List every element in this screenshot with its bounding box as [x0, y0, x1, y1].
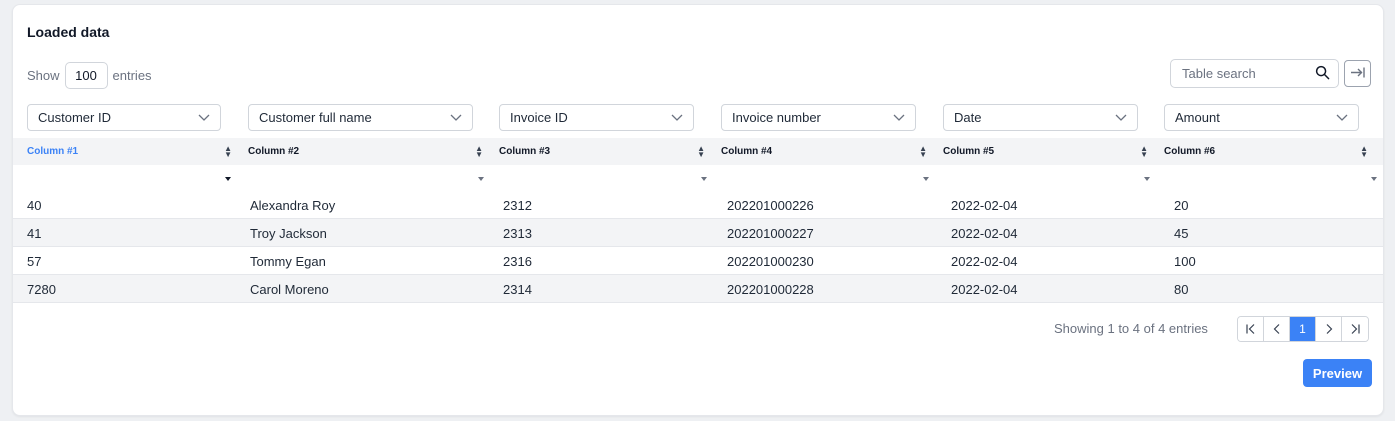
column-select-5[interactable]: Date — [943, 104, 1138, 131]
caret-down-icon[interactable] — [225, 177, 231, 181]
table-cell: 100 — [1174, 253, 1196, 269]
first-page-icon — [1245, 324, 1254, 334]
chevron-down-icon — [450, 114, 462, 121]
table-cell: 2022-02-04 — [951, 281, 1018, 297]
column-select-value: Date — [954, 110, 982, 125]
sort-icon: ▲ ▼ — [475, 143, 483, 159]
arrow-to-right-icon — [1350, 66, 1365, 82]
column-header-2[interactable]: Column #2 ▲ ▼ — [248, 138, 483, 165]
table-cell: 202201000226 — [727, 197, 814, 213]
column-header-label: Column #3 — [499, 146, 551, 157]
table-cell: 20 — [1174, 197, 1189, 213]
chevron-down-icon — [1336, 114, 1348, 121]
table-row[interactable]: 41 Troy Jackson 2313 202201000227 2022-0… — [13, 219, 1383, 247]
column-header-1[interactable]: Column #1 ▲ ▼ — [27, 138, 232, 165]
previous-page-button[interactable] — [1264, 317, 1290, 341]
chevron-down-icon — [893, 114, 905, 121]
column-select-4[interactable]: Invoice number — [721, 104, 916, 131]
expand-button[interactable] — [1344, 60, 1371, 87]
table-cell: 40 — [27, 197, 42, 213]
column-select-value: Invoice number — [732, 110, 821, 125]
table-header: Column #1 ▲ ▼ Column #2 ▲ ▼ Column #3 ▲ ▼ C… — [13, 138, 1383, 165]
preview-button[interactable]: Preview — [1303, 359, 1372, 387]
caret-down-icon[interactable] — [1144, 177, 1150, 181]
column-select-value: Customer ID — [38, 110, 111, 125]
table-cell: 45 — [1174, 225, 1189, 241]
column-header-label: Column #6 — [1164, 146, 1216, 157]
next-page-button[interactable] — [1316, 317, 1342, 341]
chevron-down-icon — [671, 114, 683, 121]
column-header-5[interactable]: Column #5 ▲ ▼ — [943, 138, 1148, 165]
card-title: Loaded data — [27, 24, 110, 40]
column-select-1[interactable]: Customer ID — [27, 104, 221, 131]
table-body: 40 Alexandra Roy 2312 202201000226 2022-… — [13, 191, 1383, 303]
chevron-right-icon — [1326, 324, 1332, 334]
table-cell: 7280 — [27, 281, 56, 297]
table-row[interactable]: 40 Alexandra Roy 2312 202201000226 2022-… — [13, 191, 1383, 219]
table-cell: 202201000228 — [727, 281, 814, 297]
last-page-button[interactable] — [1342, 317, 1368, 341]
table-cell: 2022-02-04 — [951, 253, 1018, 269]
search-placeholder: Table search — [1182, 66, 1256, 81]
column-header-6[interactable]: Column #6 ▲ ▼ — [1164, 138, 1368, 165]
table-cell: 2022-02-04 — [951, 225, 1018, 241]
last-page-icon — [1351, 324, 1360, 334]
loaded-data-card: Loaded data Show 100 entries Table searc… — [12, 4, 1384, 416]
column-select-value: Amount — [1175, 110, 1220, 125]
entries-label: entries — [112, 68, 152, 83]
column-filter-row — [13, 165, 1383, 189]
table-cell: 2316 — [503, 253, 532, 269]
column-select-value: Customer full name — [259, 110, 372, 125]
chevron-down-icon — [1115, 114, 1127, 121]
pagination: 1 — [1237, 316, 1369, 342]
table-cell: Troy Jackson — [250, 225, 327, 241]
column-select-2[interactable]: Customer full name — [248, 104, 473, 131]
table-cell: Carol Moreno — [250, 281, 329, 297]
chevron-down-icon — [198, 114, 210, 121]
table-cell: 202201000230 — [727, 253, 814, 269]
column-header-4[interactable]: Column #4 ▲ ▼ — [721, 138, 927, 165]
sort-icon: ▲ ▼ — [697, 143, 705, 159]
search-icon[interactable] — [1315, 65, 1330, 83]
column-header-label: Column #4 — [721, 146, 773, 157]
column-select-3[interactable]: Invoice ID — [499, 104, 694, 131]
table-search-input[interactable]: Table search — [1170, 59, 1339, 88]
table-cell: 202201000227 — [727, 225, 814, 241]
length-control: Show 100 entries — [27, 62, 152, 89]
table-cell: 2313 — [503, 225, 532, 241]
table-cell: 2312 — [503, 197, 532, 213]
sort-icon: ▲ ▼ — [919, 143, 927, 159]
column-header-label: Column #2 — [248, 146, 300, 157]
table-info: Showing 1 to 4 of 4 entries — [1054, 321, 1208, 336]
first-page-button[interactable] — [1238, 317, 1264, 341]
caret-down-icon[interactable] — [923, 177, 929, 181]
column-header-label: Column #5 — [943, 146, 995, 157]
entries-per-page-input[interactable]: 100 — [64, 62, 108, 89]
column-header-3[interactable]: Column #3 ▲ ▼ — [499, 138, 705, 165]
column-select-6[interactable]: Amount — [1164, 104, 1359, 131]
sort-icon: ▲ ▼ — [224, 143, 232, 159]
page-button-1[interactable]: 1 — [1290, 317, 1316, 341]
table-cell: 80 — [1174, 281, 1189, 297]
caret-down-icon[interactable] — [478, 177, 484, 181]
table-cell: 2314 — [503, 281, 532, 297]
sort-icon: ▲ ▼ — [1360, 143, 1368, 159]
chevron-left-icon — [1273, 324, 1279, 334]
table-cell: 57 — [27, 253, 42, 269]
table-row[interactable]: 57 Tommy Egan 2316 202201000230 2022-02-… — [13, 247, 1383, 275]
table-cell: 2022-02-04 — [951, 197, 1018, 213]
table-cell: Tommy Egan — [250, 253, 326, 269]
table-row[interactable]: 7280 Carol Moreno 2314 202201000228 2022… — [13, 275, 1383, 303]
caret-down-icon[interactable] — [701, 177, 707, 181]
caret-down-icon[interactable] — [1371, 177, 1377, 181]
column-header-label: Column #1 — [27, 146, 79, 157]
table-cell: 41 — [27, 225, 42, 241]
column-mapping-selects: Customer ID Customer full name Invoice I… — [27, 104, 1371, 131]
table-cell: Alexandra Roy — [250, 197, 336, 213]
column-select-value: Invoice ID — [510, 110, 568, 125]
sort-icon: ▲ ▼ — [1140, 143, 1148, 159]
show-label: Show — [27, 68, 60, 83]
